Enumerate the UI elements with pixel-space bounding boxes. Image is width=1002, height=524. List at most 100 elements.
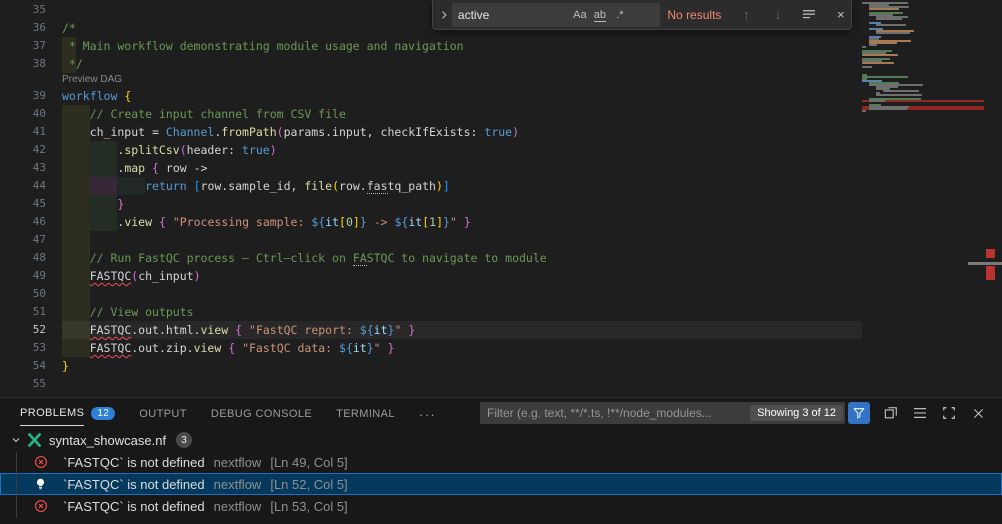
- file-problem-count-badge: 3: [176, 432, 192, 448]
- problem-message: `FASTQC` is not defined: [63, 455, 205, 470]
- tree-indent-guide: [16, 452, 17, 518]
- group-by-icon[interactable]: [883, 405, 899, 421]
- panel-title-bar: PROBLEMS12 OUTPUT DEBUG CONSOLE TERMINAL ···…: [0, 398, 1002, 429]
- filter-count-badge: Showing 3 of 12: [750, 405, 843, 421]
- line-number: 45: [0, 195, 46, 213]
- line-number: 39: [0, 87, 46, 105]
- cursor-ruler-mark: [968, 262, 1002, 265]
- problem-location: [Ln 49, Col 5]: [270, 455, 347, 470]
- tab-terminal[interactable]: TERMINAL: [336, 398, 395, 429]
- line-number: 40: [0, 105, 46, 123]
- problems-list: syntax_showcase.nf 3 `FASTQC` is not defin…: [0, 429, 1002, 517]
- tab-output[interactable]: OUTPUT: [139, 398, 187, 429]
- previous-match-icon[interactable]: ↑: [736, 7, 756, 22]
- problem-source: nextflow: [214, 477, 262, 492]
- indent-band: [62, 285, 90, 303]
- code-line-39[interactable]: 39workflow {: [0, 87, 862, 105]
- line-number: 36: [0, 19, 46, 37]
- filter-input[interactable]: [480, 406, 750, 420]
- problem-message: `FASTQC` is not defined: [63, 477, 205, 492]
- bottom-panel: PROBLEMS12 OUTPUT DEBUG CONSOLE TERMINAL ···…: [0, 397, 1002, 524]
- tab-problems[interactable]: PROBLEMS12: [20, 398, 115, 429]
- codelens-preview-dag[interactable]: Preview DAG: [0, 73, 862, 87]
- code-line-43[interactable]: 43 .map { row ->: [0, 159, 862, 177]
- line-number: 49: [0, 267, 46, 285]
- line-number: 37: [0, 37, 46, 55]
- indent-band: [62, 231, 90, 249]
- line-number: 35: [0, 1, 46, 19]
- problems-file-name: syntax_showcase.nf: [49, 433, 166, 448]
- nextflow-file-icon: [26, 433, 43, 447]
- problems-filter[interactable]: Showing 3 of 12: [480, 402, 845, 424]
- panel-tabs: PROBLEMS12 OUTPUT DEBUG CONSOLE TERMINAL ···: [0, 398, 436, 429]
- problem-location: [Ln 53, Col 5]: [270, 499, 347, 514]
- match-case-icon[interactable]: Aa: [570, 9, 590, 21]
- tab-debug-console[interactable]: DEBUG CONSOLE: [211, 398, 312, 429]
- code-line-54[interactable]: 54}: [0, 357, 862, 375]
- code-line-37[interactable]: 37 * Main workflow demonstrating module …: [0, 37, 862, 55]
- code-line-41[interactable]: 41 ch_input = Channel.fromPath(params.in…: [0, 123, 862, 141]
- error-ruler-mark: [986, 266, 995, 280]
- chevron-right-icon[interactable]: [437, 9, 452, 21]
- problems-count-badge: 12: [91, 407, 115, 420]
- find-input[interactable]: Aa ab .*: [452, 3, 661, 27]
- close-panel-icon[interactable]: [970, 405, 986, 421]
- code-line-45[interactable]: 45 }: [0, 195, 862, 213]
- problem-row[interactable]: `FASTQC` is not defined nextflow [Ln 53, C…: [0, 495, 1002, 517]
- error-ruler-mark: [986, 249, 995, 258]
- error-icon: [34, 499, 48, 513]
- line-number: 47: [0, 231, 46, 249]
- view-as-tree-icon[interactable]: [912, 405, 928, 421]
- line-number: 44: [0, 177, 46, 195]
- code-line-49[interactable]: 49 FASTQC(ch_input): [0, 267, 862, 285]
- code-line-38[interactable]: 38 */: [0, 55, 862, 73]
- find-widget: Aa ab .* No results ↑ ↓ ×: [432, 0, 852, 30]
- line-number: 41: [0, 123, 46, 141]
- filter-icon[interactable]: [848, 402, 870, 424]
- panel-more-actions[interactable]: ···: [419, 398, 436, 429]
- chevron-down-icon[interactable]: [8, 434, 24, 446]
- overview-ruler: [984, 0, 1002, 397]
- next-match-icon[interactable]: ↓: [768, 7, 788, 22]
- code-line-50[interactable]: 50: [0, 285, 862, 303]
- code-line-52[interactable]: 52 FASTQC.out.html.view { "FastQC report…: [0, 321, 862, 339]
- line-number: 48: [0, 249, 46, 267]
- line-number: 55: [0, 375, 46, 393]
- lightbulb-icon[interactable]: [34, 477, 48, 491]
- regex-icon[interactable]: .*: [610, 9, 630, 21]
- line-number: 46: [0, 213, 46, 231]
- problem-location: [Ln 52, Col 5]: [270, 477, 347, 492]
- code-line-55[interactable]: 55: [0, 375, 862, 393]
- line-number: 52: [0, 321, 46, 339]
- find-in-selection-icon[interactable]: [799, 9, 819, 21]
- line-number: 43: [0, 159, 46, 177]
- problem-source: nextflow: [214, 455, 262, 470]
- line-number: 54: [0, 357, 46, 375]
- code-line-47[interactable]: 47: [0, 231, 862, 249]
- editor: 3536/*37 * Main workflow demonstrating m…: [0, 0, 1002, 397]
- find-results-label: No results: [667, 8, 725, 22]
- problem-row[interactable]: `FASTQC` is not defined nextflow [Ln 52, C…: [0, 473, 1002, 495]
- minimap[interactable]: [862, 2, 984, 122]
- vscode-window: 3536/*37 * Main workflow demonstrating m…: [0, 0, 1002, 524]
- line-number: 51: [0, 303, 46, 321]
- code-area[interactable]: 3536/*37 * Main workflow demonstrating m…: [0, 1, 862, 393]
- problems-file-group[interactable]: syntax_showcase.nf 3: [0, 429, 1002, 451]
- code-line-53[interactable]: 53 FASTQC.out.zip.view { "FastQC data: $…: [0, 339, 862, 357]
- code-line-46[interactable]: 46 .view { "Processing sample: ${it[0]} …: [0, 213, 862, 231]
- maximize-panel-icon[interactable]: [941, 405, 957, 421]
- line-number: 53: [0, 339, 46, 357]
- whole-word-icon[interactable]: ab: [590, 9, 610, 21]
- problem-message: `FASTQC` is not defined: [63, 499, 205, 514]
- find-input-field[interactable]: [452, 8, 570, 22]
- code-line-42[interactable]: 42 .splitCsv(header: true): [0, 141, 862, 159]
- close-icon[interactable]: ×: [831, 7, 851, 22]
- code-line-51[interactable]: 51 // View outputs: [0, 303, 862, 321]
- problem-row[interactable]: `FASTQC` is not defined nextflow [Ln 49, C…: [0, 451, 1002, 473]
- line-number: 50: [0, 285, 46, 303]
- code-line-40[interactable]: 40 // Create input channel from CSV file: [0, 105, 862, 123]
- problem-source: nextflow: [214, 499, 262, 514]
- code-line-48[interactable]: 48 // Run FastQC process – Ctrl–click on…: [0, 249, 862, 267]
- error-icon: [34, 455, 48, 469]
- code-line-44[interactable]: 44 return [row.sample_id, file(row.fastq…: [0, 177, 862, 195]
